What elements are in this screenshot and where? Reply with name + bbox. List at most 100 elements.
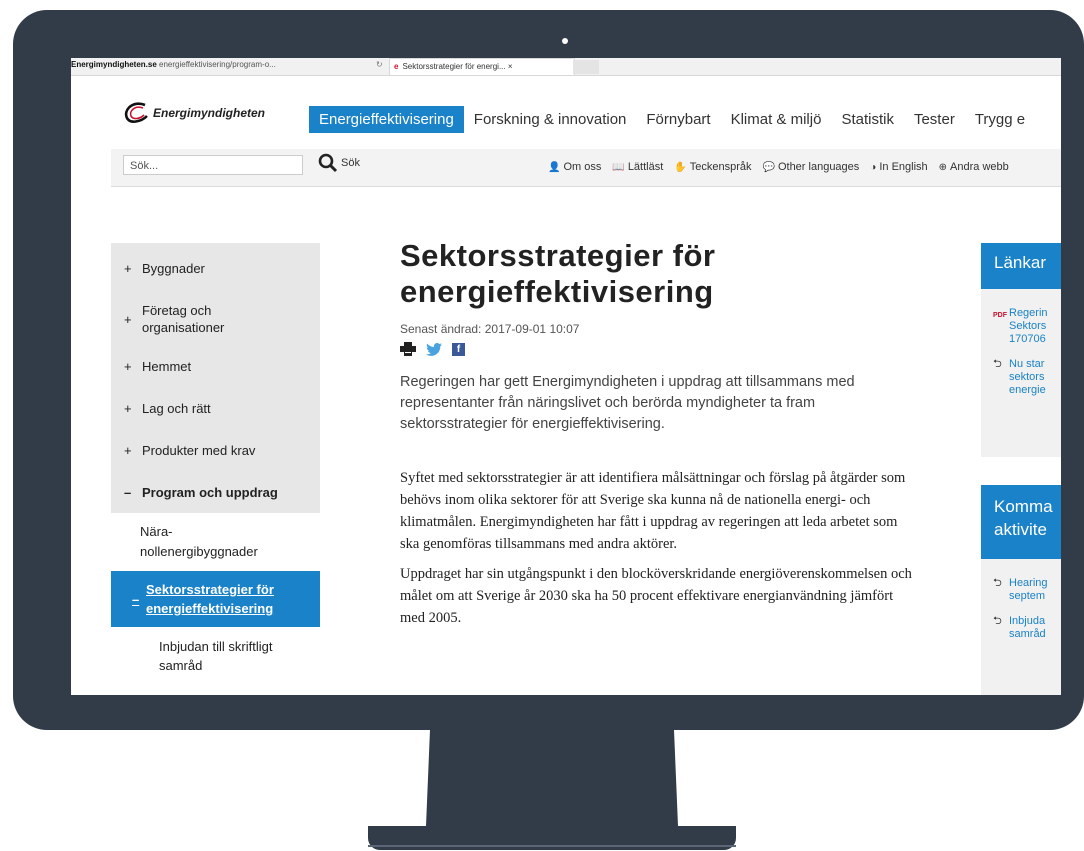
tab-close-icon[interactable]: × [508, 62, 513, 71]
sidebar-item-label: Byggnader [142, 260, 205, 276]
person-icon: 👤 [548, 162, 561, 173]
camera-dot [562, 38, 568, 44]
browser-tab[interactable]: e Sektorsstrategier för energi... × [389, 58, 575, 75]
nav-klimat-miljo[interactable]: Klimat & miljö [721, 106, 832, 133]
sign-language-icon: ✋ [674, 162, 687, 173]
site-logo[interactable]: Energimyndigheten [123, 102, 265, 124]
sidebar-item-label: Nära-nollenergibyggnader [140, 524, 258, 559]
nav-trygg[interactable]: Trygg e [965, 106, 1035, 133]
expand-icon: + [124, 260, 132, 276]
main-content: Sektorsstrategier för energieffektiviser… [400, 238, 920, 644]
links-list: PDF Regerin Sektors 170706 ⮌ Nu star sekto… [981, 289, 1061, 457]
sidebar-nav: + Byggnader + Företag och organisationer +… [111, 243, 320, 685]
facebook-icon[interactable]: f [452, 342, 465, 356]
links-panel: Länkar PDF Regerin Sektors 170706 ⮌ Nu sta… [981, 243, 1061, 457]
events-list: ⮌ Hearing septem ⮌ Inbjuda samråd [981, 559, 1061, 695]
browser-screen: Energimyndigheten.se energieffektiviseri… [71, 58, 1061, 695]
address-bar[interactable]: Energimyndigheten.se energieffektiviseri… [71, 60, 371, 73]
logo-swoosh-icon [124, 102, 148, 123]
globe-icon: ◑ [870, 162, 877, 173]
link-text: Nu star sektors energie [1009, 358, 1046, 396]
sidebar-item-label: Inbjudan till skriftligt samråd [159, 639, 273, 673]
util-label: In English [879, 161, 928, 173]
web-icon: ⊕ [938, 162, 948, 173]
sidebar-item-label: Produkter med krav [142, 442, 256, 458]
sidebar-item-label: Lag och rätt [142, 400, 211, 416]
link-item[interactable]: PDF Regerin Sektors 170706 [993, 307, 1061, 346]
expand-icon: + [124, 311, 132, 327]
util-label: Om oss [563, 161, 602, 173]
util-label: Teckenspråk [689, 161, 752, 173]
utility-links: 👤 Om oss 📖 Lättläst ✋ Teckenspråk 💬 Other la… [548, 161, 1020, 173]
search-bar: Sök... Sök 👤 Om oss 📖 Lättläst ✋ Teckensprå… [111, 149, 1061, 187]
new-tab-button[interactable] [573, 60, 599, 74]
util-other-languages[interactable]: 💬 Other languages [763, 161, 860, 173]
sidebar-item-program-och-uppdrag[interactable]: – Program och uppdrag [111, 471, 320, 513]
nav-fornybart[interactable]: Förnybart [636, 106, 720, 133]
tab-title: Sektorsstrategier för energi... [402, 62, 506, 71]
event-text: Hearing septem [1009, 577, 1048, 602]
arrow-link-icon: ⮌ [993, 358, 1002, 370]
last-updated: Senast ändrad: 2017-09-01 10:07 [400, 322, 580, 336]
sidebar-item-nara-nollenergibyggnader[interactable]: Nära-nollenergibyggnader [111, 513, 320, 571]
main-navigation: Energieffektivisering Forskning & innova… [309, 106, 1035, 133]
sidebar-item-label: Sektorsstrategier för energieffektiviser… [146, 582, 274, 616]
monitor-base-edge [368, 845, 736, 847]
event-item[interactable]: ⮌ Hearing septem [993, 577, 1061, 603]
address-path: energieffektivisering/program-o... [156, 60, 276, 69]
events-heading: Komma aktivite [981, 485, 1061, 559]
speech-bubble-icon: 💬 [762, 162, 775, 173]
twitter-icon[interactable] [426, 342, 442, 356]
nav-energieffektivisering[interactable]: Energieffektivisering [309, 106, 464, 133]
events-panel: Komma aktivite ⮌ Hearing septem ⮌ Inbjuda … [981, 485, 1061, 695]
pdf-icon: PDF [993, 312, 1007, 319]
share-tools: f [400, 342, 920, 356]
expand-icon: + [124, 358, 132, 374]
page-title: Sektorsstrategier för energieffektiviser… [400, 238, 716, 309]
nav-statistik[interactable]: Statistik [831, 106, 904, 133]
address-domain: Energimyndigheten.se [71, 60, 157, 69]
collapse-icon: – [132, 591, 140, 607]
sidebar-item-byggnader[interactable]: + Byggnader [111, 243, 320, 293]
util-label: Other languages [777, 161, 860, 173]
sidebar-item-lag-och-ratt[interactable]: + Lag och rätt [111, 387, 320, 429]
body-paragraph: Uppdraget har sin utgångspunkt i den blo… [400, 566, 912, 626]
search-button[interactable]: Sök [318, 153, 360, 173]
link-text: Regerin Sektors 170706 [1009, 307, 1048, 345]
easy-read-icon: 📖 [612, 162, 625, 173]
sidebar-item-produkter[interactable]: + Produkter med krav [111, 429, 320, 471]
sidebar-item-label: Företag och organisationer [142, 303, 225, 335]
search-input[interactable]: Sök... [123, 155, 303, 175]
logo-text: Energimyndigheten [153, 106, 266, 120]
body-paragraph: Syftet med sektorsstrategier är att iden… [400, 470, 906, 552]
monitor-frame: Energimyndigheten.se energieffektiviseri… [13, 10, 1084, 730]
event-item[interactable]: ⮌ Inbjuda samråd [993, 615, 1061, 641]
sidebar-item-label: Hemmet [142, 358, 192, 374]
refresh-icon[interactable]: ↻ [376, 60, 383, 69]
sidebar-item-label: Program och uppdrag [142, 484, 278, 500]
util-label: Lättläst [627, 161, 664, 173]
nav-tester[interactable]: Tester [904, 106, 965, 133]
links-heading: Länkar [981, 243, 1061, 289]
link-item[interactable]: ⮌ Nu star sektors energie [993, 358, 1061, 397]
expand-icon: + [124, 400, 132, 416]
arrow-link-icon: ⮌ [993, 577, 1002, 589]
sidebar-item-inbjudan[interactable]: Inbjudan till skriftligt samråd [111, 627, 320, 685]
util-label: Andra webb [950, 161, 1009, 173]
print-icon[interactable] [400, 342, 416, 356]
util-teckensprak[interactable]: ✋ Teckenspråk [674, 161, 751, 173]
lead-paragraph: Regeringen har gett Energimyndigheten i … [400, 374, 855, 432]
util-andra-webb[interactable]: ⊕ Andra webb [939, 161, 1009, 173]
nav-forskning-innovation[interactable]: Forskning & innovation [464, 106, 637, 133]
util-lattlast[interactable]: 📖 Lättläst [612, 161, 663, 173]
util-om-oss[interactable]: 👤 Om oss [548, 161, 601, 173]
browser-tab-strip: Energimyndigheten.se energieffektiviseri… [71, 58, 1061, 76]
search-button-label: Sök [341, 157, 360, 169]
sidebar-item-current[interactable]: – Sektorsstrategier för energieffektivise… [111, 571, 320, 627]
favicon-icon: e [394, 62, 399, 71]
sidebar-item-hemmet[interactable]: + Hemmet [111, 345, 320, 387]
collapse-icon: – [124, 484, 132, 500]
search-icon [318, 153, 338, 173]
util-in-english[interactable]: ◑ In English [870, 161, 927, 173]
sidebar-item-foretag[interactable]: + Företag och organisationer [111, 293, 320, 345]
